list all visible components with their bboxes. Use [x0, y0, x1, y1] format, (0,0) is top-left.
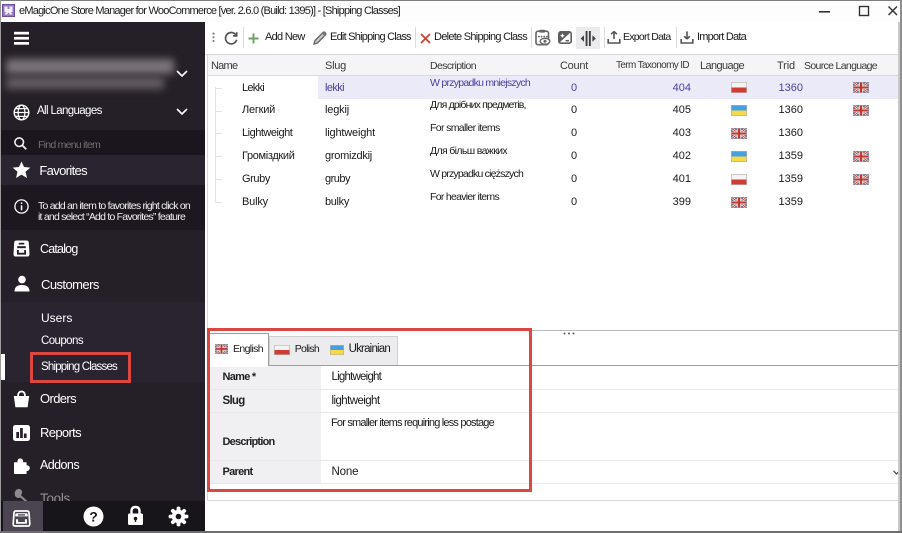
svg-text:?: ?: [89, 508, 98, 524]
